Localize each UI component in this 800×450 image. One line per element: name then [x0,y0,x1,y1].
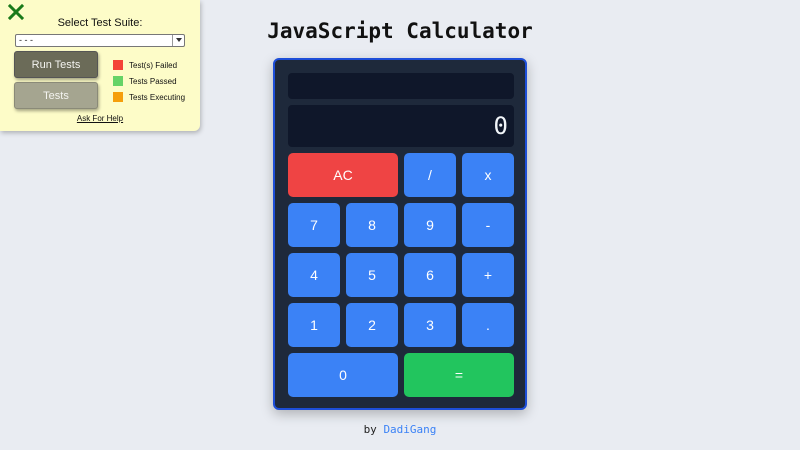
equals-button[interactable]: = [404,353,514,397]
legend-label: Tests Executing [129,92,186,102]
nine-button[interactable]: 9 [404,203,456,247]
clear-button[interactable]: AC [288,153,398,197]
seven-button[interactable]: 7 [288,203,340,247]
ask-for-help-link[interactable]: Ask For Help [0,114,200,123]
formula-display [288,73,514,99]
footer-prefix: by [363,423,384,436]
legend-item-failed: Test(s) Failed [113,57,185,73]
decimal-button[interactable]: . [462,303,514,347]
page-title: JavaScript Calculator [267,19,533,43]
zero-button[interactable]: 0 [288,353,398,397]
passed-swatch-icon [113,76,123,86]
page: Select Test Suite: - - - Run Tests Tests… [0,0,800,450]
executing-swatch-icon [113,92,123,102]
legend-item-executing: Tests Executing [113,89,185,105]
multiply-button[interactable]: x [462,153,514,197]
eight-button[interactable]: 8 [346,203,398,247]
failed-swatch-icon [113,60,123,70]
run-tests-button[interactable]: Run Tests [14,51,98,78]
legend-item-passed: Tests Passed [113,73,185,89]
four-button[interactable]: 4 [288,253,340,297]
five-button[interactable]: 5 [346,253,398,297]
divide-button[interactable]: / [404,153,456,197]
calculator: 0 AC / x 7 8 9 - 4 5 6 + 1 2 3 . 0 = [273,58,527,410]
author-link[interactable]: DadiGang [383,423,436,436]
tests-button[interactable]: Tests [14,82,98,109]
main-display: 0 [288,105,514,147]
one-button[interactable]: 1 [288,303,340,347]
add-button[interactable]: + [462,253,514,297]
subtract-button[interactable]: - [462,203,514,247]
two-button[interactable]: 2 [346,303,398,347]
three-button[interactable]: 3 [404,303,456,347]
legend-label: Tests Passed [129,76,177,86]
footer: by DadiGang [0,423,800,436]
test-legend: Test(s) Failed Tests Passed Tests Execut… [113,57,185,105]
legend-label: Test(s) Failed [129,60,178,70]
six-button[interactable]: 6 [404,253,456,297]
